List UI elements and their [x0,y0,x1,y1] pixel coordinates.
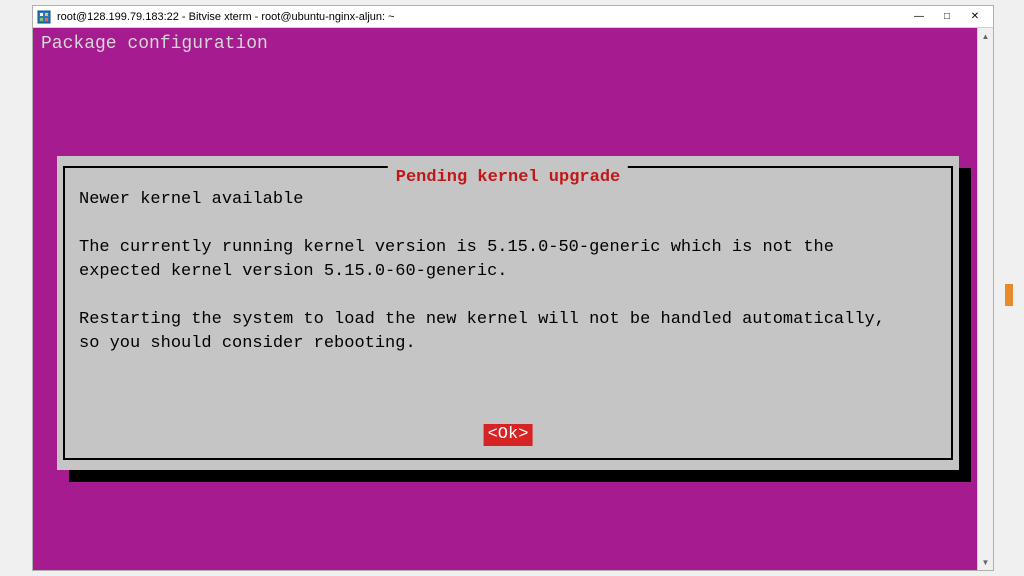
page-edge-accent [1005,284,1013,306]
kernel-upgrade-dialog: Pending kernel upgrade Newer kernel avai… [57,156,959,470]
package-configuration-header: Package configuration [41,34,268,54]
ok-button[interactable]: <Ok> [484,424,533,446]
dialog-subtitle: Newer kernel available [79,190,303,209]
scroll-down-icon[interactable]: ▼ [978,554,993,570]
dialog-line1: The currently running kernel version is … [79,238,834,257]
dialog-body: Newer kernel available The currently run… [79,188,937,356]
maximize-button[interactable]: □ [933,7,961,27]
terminal-window: root@128.199.79.183:22 - Bitvise xterm -… [32,5,994,571]
window-title: root@128.199.79.183:22 - Bitvise xterm -… [57,11,905,23]
dialog-line4: so you should consider rebooting. [79,334,416,353]
scroll-up-icon[interactable]: ▲ [978,28,993,44]
window-titlebar[interactable]: root@128.199.79.183:22 - Bitvise xterm -… [33,6,993,28]
terminal-viewport[interactable]: ▲ ▼ Package configuration Pending kernel… [33,28,993,570]
dialog-line2: expected kernel version 5.15.0-60-generi… [79,262,507,281]
minimize-button[interactable]: — [905,7,933,27]
dialog-title: Pending kernel upgrade [388,166,628,190]
vertical-scrollbar[interactable]: ▲ ▼ [977,28,993,570]
dialog-line3: Restarting the system to load the new ke… [79,310,885,329]
close-button[interactable]: ✕ [961,7,989,27]
window-controls: — □ ✕ [905,7,989,27]
app-icon [37,10,51,24]
